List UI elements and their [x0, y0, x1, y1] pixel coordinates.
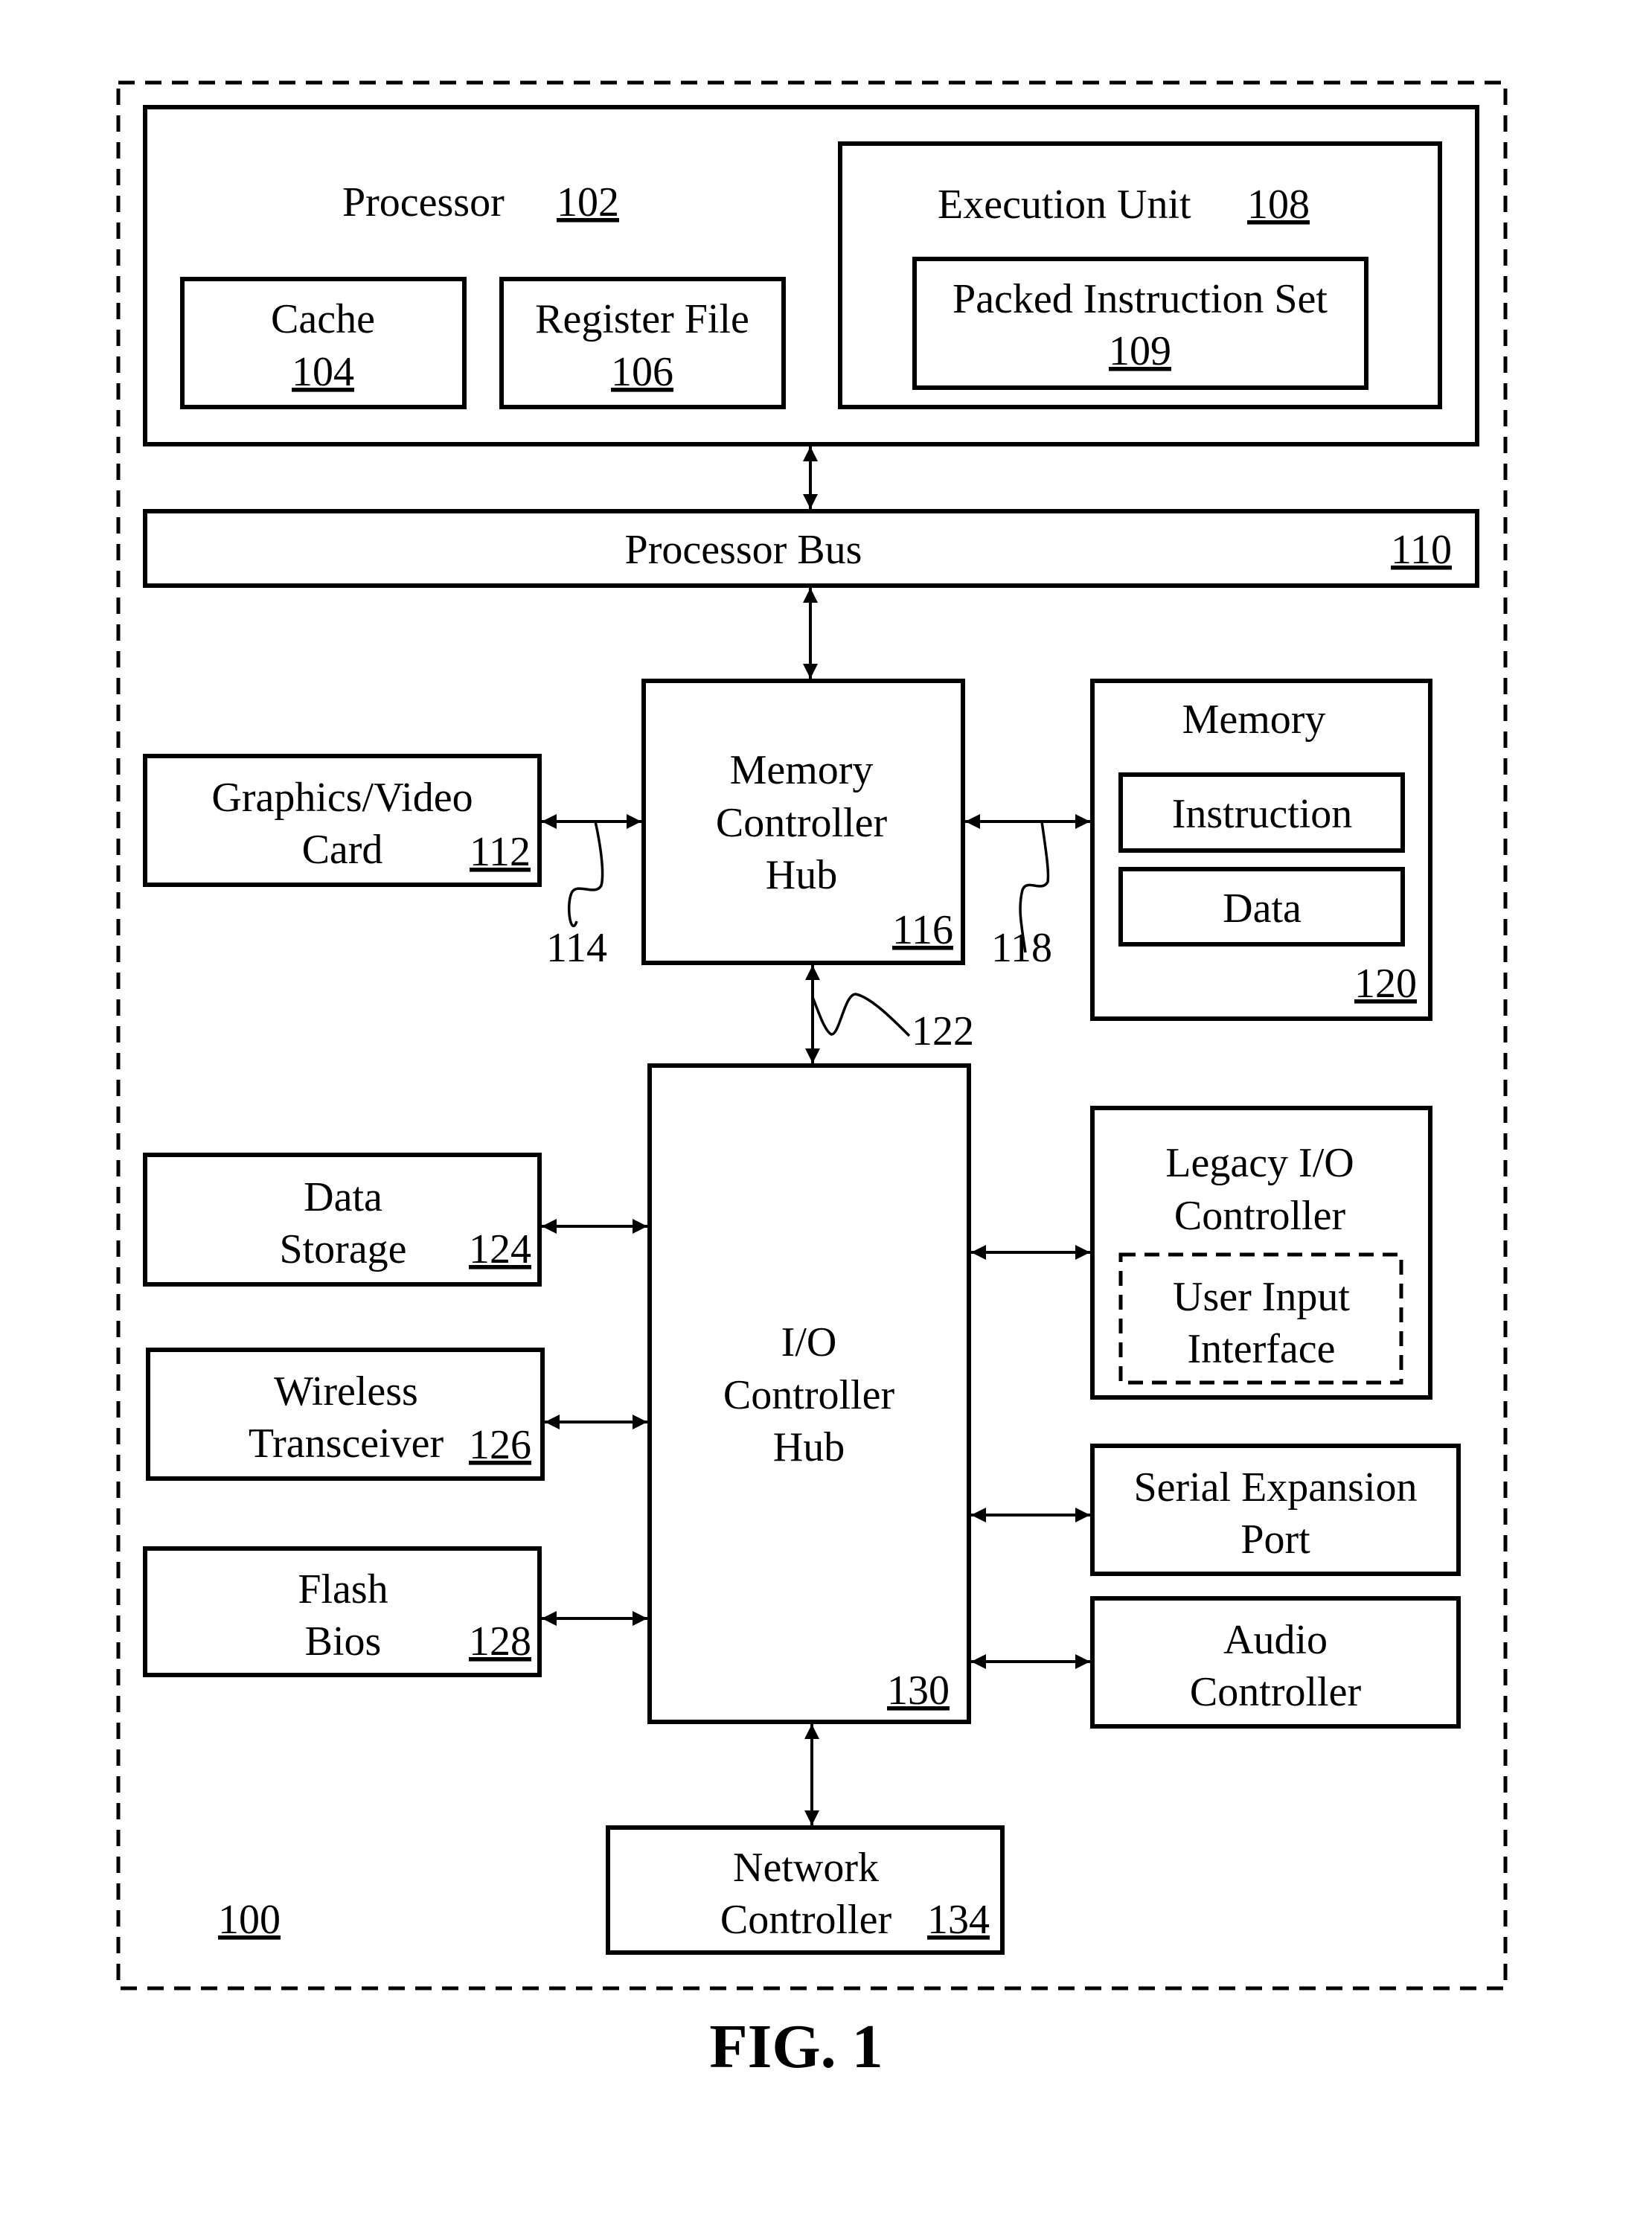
processor-block: Processor 102 Cache 104 Register File 10…: [143, 105, 1479, 446]
cache-block: Cache 104: [180, 277, 467, 409]
data-storage-line1: Data: [304, 1174, 382, 1220]
graphics-card-ref: 112: [470, 829, 531, 875]
audio-line1: Audio: [1223, 1617, 1328, 1663]
ich-line1: I/O: [781, 1319, 837, 1365]
flash-bios-block: Flash Bios 128: [143, 1546, 542, 1677]
io-controller-hub-block: I/O Controller Hub 130: [647, 1063, 971, 1724]
graphics-card-line1: Graphics/Video: [211, 775, 473, 821]
packed-instruction-set-label: Packed Instruction Set: [953, 276, 1328, 322]
user-input-line1: User Input: [1173, 1274, 1350, 1320]
register-file-label: Register File: [535, 296, 749, 342]
wireless-ref: 126: [469, 1422, 531, 1468]
packed-instruction-set-ref: 109: [1109, 328, 1171, 374]
flash-bios-ref: 128: [469, 1618, 531, 1665]
data-storage-line2: Storage: [279, 1226, 406, 1272]
cache-label: Cache: [271, 296, 375, 342]
link-114-leader: [567, 821, 604, 928]
ich-ref: 130: [887, 1668, 950, 1714]
mch-line3: Hub: [766, 852, 837, 898]
network-controller-block: Network Controller 134: [606, 1825, 1005, 1955]
flash-bios-line2: Bios: [305, 1618, 382, 1665]
memory-label: Memory: [1182, 696, 1326, 743]
data-storage-block: Data Storage 124: [143, 1153, 542, 1287]
link-122-ref: 122: [912, 1008, 974, 1054]
cache-ref: 104: [292, 349, 354, 395]
wireless-transceiver-block: Wireless Transceiver 126: [146, 1348, 545, 1481]
graphics-card-line2: Card: [302, 827, 383, 873]
legacy-io-controller-block: Legacy I/O Controller User Input Interfa…: [1090, 1106, 1432, 1400]
wireless-line2: Transceiver: [249, 1421, 444, 1467]
register-file-block: Register File 106: [499, 277, 786, 409]
mch-line2: Controller: [716, 800, 888, 846]
network-line2: Controller: [720, 1897, 892, 1943]
execution-unit-label: Execution Unit: [938, 182, 1191, 228]
network-line1: Network: [733, 1845, 879, 1891]
flash-bios-line1: Flash: [298, 1566, 388, 1612]
memory-ref: 120: [1354, 961, 1417, 1007]
system-ref: 100: [218, 1897, 281, 1943]
ich-line2: Controller: [723, 1372, 895, 1418]
processor-bus-block: Processor Bus 110: [143, 509, 1479, 588]
wireless-line1: Wireless: [274, 1368, 418, 1415]
serial-expansion-port-block: Serial Expansion Port: [1090, 1444, 1461, 1576]
execution-unit-block: Execution Unit 108 Packed Instruction Se…: [838, 141, 1442, 409]
ich-line3: Hub: [773, 1424, 845, 1470]
serial-line2: Port: [1240, 1517, 1310, 1563]
audio-controller-block: Audio Controller: [1090, 1596, 1461, 1729]
graphics-card-block: Graphics/Video Card 112: [143, 754, 542, 887]
serial-line1: Serial Expansion: [1133, 1464, 1417, 1511]
processor-ref: 102: [557, 179, 619, 225]
mch-ref: 116: [892, 907, 953, 953]
link-114-ref: 114: [546, 925, 607, 971]
audio-line2: Controller: [1190, 1669, 1362, 1715]
register-file-ref: 106: [611, 349, 673, 395]
network-ref: 134: [927, 1897, 990, 1943]
processor-bus-ref: 110: [1391, 527, 1452, 573]
instruction-label: Instruction: [1172, 791, 1353, 837]
processor-bus-label: Processor Bus: [625, 527, 862, 573]
data-storage-ref: 124: [469, 1226, 531, 1272]
data-label: Data: [1223, 885, 1302, 932]
figure-caption: FIG. 1: [709, 2012, 883, 2081]
legacy-io-line2: Controller: [1174, 1193, 1346, 1239]
memory-controller-hub-block: Memory Controller Hub 116: [641, 679, 965, 965]
user-input-line2: Interface: [1188, 1326, 1336, 1372]
link-118-ref: 118: [991, 925, 1052, 971]
mch-line1: Memory: [730, 747, 874, 793]
link-122-leader: [811, 993, 911, 1037]
block-diagram: Processor 102 Cache 104 Register File 10…: [116, 80, 1508, 2081]
memory-block: Memory Instruction Data 120: [1090, 679, 1432, 1021]
legacy-io-line1: Legacy I/O: [1165, 1140, 1354, 1186]
execution-unit-ref: 108: [1247, 182, 1310, 228]
processor-label: Processor: [342, 179, 505, 225]
